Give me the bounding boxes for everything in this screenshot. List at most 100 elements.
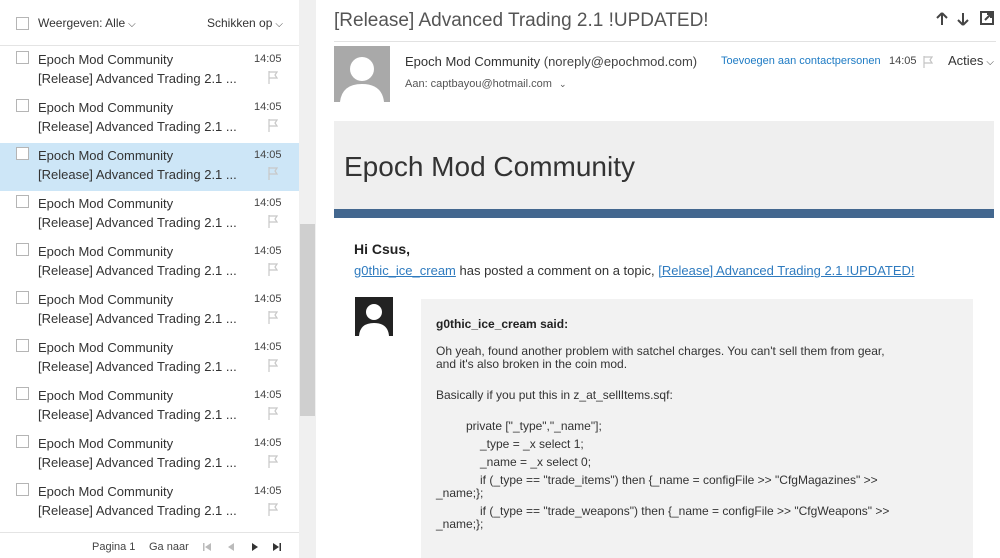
- message-checkbox[interactable]: [16, 435, 29, 448]
- popout-icon[interactable]: [980, 11, 994, 25]
- list-item[interactable]: Epoch Mod Community [Release] Advanced Tr…: [0, 479, 299, 527]
- sender-email: (noreply@epochmod.com): [543, 54, 698, 69]
- recipient-text: Aan: captbayou@hotmail.com: [405, 78, 552, 90]
- list-item[interactable]: Epoch Mod Community [Release] Advanced Tr…: [0, 287, 299, 335]
- flag-icon[interactable]: [268, 503, 278, 516]
- flag-icon[interactable]: [268, 311, 278, 324]
- message-checkbox[interactable]: [16, 339, 29, 352]
- next-message-icon[interactable]: [957, 12, 969, 26]
- message-list-pane: Weergeven: Alle ⌵ Schikken op ⌵ Epoch Mod …: [0, 0, 299, 558]
- message-from: Epoch Mod Community: [38, 100, 174, 115]
- person-icon: [340, 57, 384, 102]
- list-item[interactable]: Epoch Mod Community [Release] Advanced Tr…: [0, 143, 299, 191]
- flag-icon[interactable]: [268, 119, 278, 132]
- flag-icon[interactable]: [923, 56, 933, 68]
- scrollbar-thumb[interactable]: [300, 224, 315, 416]
- page-label: Pagina 1: [92, 541, 136, 553]
- message-subject-preview: [Release] Advanced Trading 2.1 ...: [38, 215, 237, 230]
- flag-icon[interactable]: [268, 71, 278, 84]
- message-subject-preview: [Release] Advanced Trading 2.1 ...: [38, 455, 237, 470]
- comment-line: Oh yeah, found another problem with satc…: [436, 344, 885, 358]
- sender[interactable]: Epoch Mod Community (noreply@epochmod.co…: [405, 54, 697, 69]
- next-page-icon[interactable]: [250, 542, 260, 552]
- message-list: Epoch Mod Community [Release] Advanced Tr…: [0, 47, 299, 527]
- comment-line: Basically if you put this in z_at_sellIt…: [436, 388, 673, 402]
- message-time: 14:05: [254, 293, 282, 305]
- message-time: 14:05: [254, 437, 282, 449]
- flag-icon[interactable]: [268, 167, 278, 180]
- sort-label: Schikken op: [207, 16, 273, 30]
- list-header: Weergeven: Alle ⌵ Schikken op ⌵: [0, 0, 299, 46]
- message-time: 14:05: [254, 101, 282, 113]
- message-subject-preview: [Release] Advanced Trading 2.1 ...: [38, 71, 237, 86]
- message-time: 14:05: [889, 55, 917, 67]
- pager: Pagina 1 Ga naar: [0, 532, 299, 558]
- message-checkbox[interactable]: [16, 243, 29, 256]
- previous-page-icon[interactable]: [226, 542, 236, 552]
- sender-name: Epoch Mod Community: [405, 54, 541, 69]
- code-line: if (_type == "trade_items") then {_name …: [480, 473, 878, 487]
- divider: [334, 41, 996, 42]
- add-to-contacts-link[interactable]: Toevoegen aan contactpersonen: [721, 55, 881, 67]
- message-subject-preview: [Release] Advanced Trading 2.1 ...: [38, 167, 237, 182]
- message-time: 14:05: [254, 149, 282, 161]
- message-checkbox[interactable]: [16, 147, 29, 160]
- flag-icon[interactable]: [268, 455, 278, 468]
- filter-dropdown[interactable]: Weergeven: Alle ⌵: [38, 16, 136, 30]
- flag-icon[interactable]: [268, 359, 278, 372]
- code-line: _name;};: [436, 486, 484, 500]
- message-from: Epoch Mod Community: [38, 292, 174, 307]
- code-line: _type = _x select 1;: [480, 437, 584, 451]
- message-subject-preview: [Release] Advanced Trading 2.1 ...: [38, 407, 237, 422]
- list-item[interactable]: Epoch Mod Community [Release] Advanced Tr…: [0, 95, 299, 143]
- banner-title: Epoch Mod Community: [344, 151, 636, 182]
- message-checkbox[interactable]: [16, 387, 29, 400]
- message-checkbox[interactable]: [16, 195, 29, 208]
- flag-icon[interactable]: [268, 215, 278, 228]
- list-item[interactable]: Epoch Mod Community [Release] Advanced Tr…: [0, 239, 299, 287]
- message-time: 14:05: [254, 245, 282, 257]
- message-subject: [Release] Advanced Trading 2.1 !UPDATED!: [334, 10, 709, 31]
- message-subject-preview: [Release] Advanced Trading 2.1 ...: [38, 119, 237, 134]
- message-from: Epoch Mod Community: [38, 484, 174, 499]
- email-body: Epoch Mod Community Hi Csus, g0thic_ice_…: [334, 121, 994, 558]
- last-page-icon[interactable]: [272, 542, 282, 552]
- expand-recipients-icon[interactable]: ⌄: [559, 79, 567, 89]
- select-all-checkbox[interactable]: [16, 17, 29, 30]
- message-from: Epoch Mod Community: [38, 244, 174, 259]
- filter-label: Weergeven: Alle: [38, 16, 126, 30]
- list-item[interactable]: Epoch Mod Community [Release] Advanced Tr…: [0, 431, 299, 479]
- message-checkbox[interactable]: [16, 99, 29, 112]
- reading-pane: [Release] Advanced Trading 2.1 !UPDATED!…: [316, 0, 1000, 558]
- goto-page-button[interactable]: Ga naar: [149, 541, 189, 553]
- commenter-link[interactable]: g0thic_ice_cream: [354, 263, 456, 278]
- flag-icon[interactable]: [268, 263, 278, 276]
- message-from: Epoch Mod Community: [38, 388, 174, 403]
- comment-author: g0thic_ice_cream said:: [436, 317, 569, 331]
- actions-menu[interactable]: Acties ⌵: [948, 53, 994, 68]
- email-banner: Epoch Mod Community: [334, 121, 994, 209]
- comment-box: g0thic_ice_cream said: Oh yeah, found an…: [421, 299, 973, 558]
- message-checkbox[interactable]: [16, 291, 29, 304]
- message-time: 14:05: [254, 389, 282, 401]
- message-time: 14:05: [254, 485, 282, 497]
- list-item[interactable]: Epoch Mod Community [Release] Advanced Tr…: [0, 191, 299, 239]
- message-from: Epoch Mod Community: [38, 148, 174, 163]
- chevron-down-icon: ⌵: [986, 57, 994, 68]
- code-line: _name;};: [436, 517, 484, 531]
- list-item[interactable]: Epoch Mod Community [Release] Advanced Tr…: [0, 335, 299, 383]
- first-page-icon[interactable]: [202, 542, 212, 552]
- message-time: 14:05: [254, 53, 282, 65]
- list-item[interactable]: Epoch Mod Community [Release] Advanced Tr…: [0, 383, 299, 431]
- flag-icon[interactable]: [268, 407, 278, 420]
- sort-dropdown[interactable]: Schikken op ⌵: [207, 16, 283, 30]
- topic-link[interactable]: [Release] Advanced Trading 2.1 !UPDATED!: [658, 263, 914, 278]
- message-checkbox[interactable]: [16, 483, 29, 496]
- code-line: private ["_type","_name"];: [466, 419, 602, 433]
- list-item[interactable]: Epoch Mod Community [Release] Advanced Tr…: [0, 47, 299, 95]
- comment-line: and it's also broken in the coin mod.: [436, 357, 628, 371]
- message-checkbox[interactable]: [16, 51, 29, 64]
- message-time: 14:05: [254, 341, 282, 353]
- previous-message-icon[interactable]: [936, 12, 948, 26]
- banner-bar: [334, 209, 994, 218]
